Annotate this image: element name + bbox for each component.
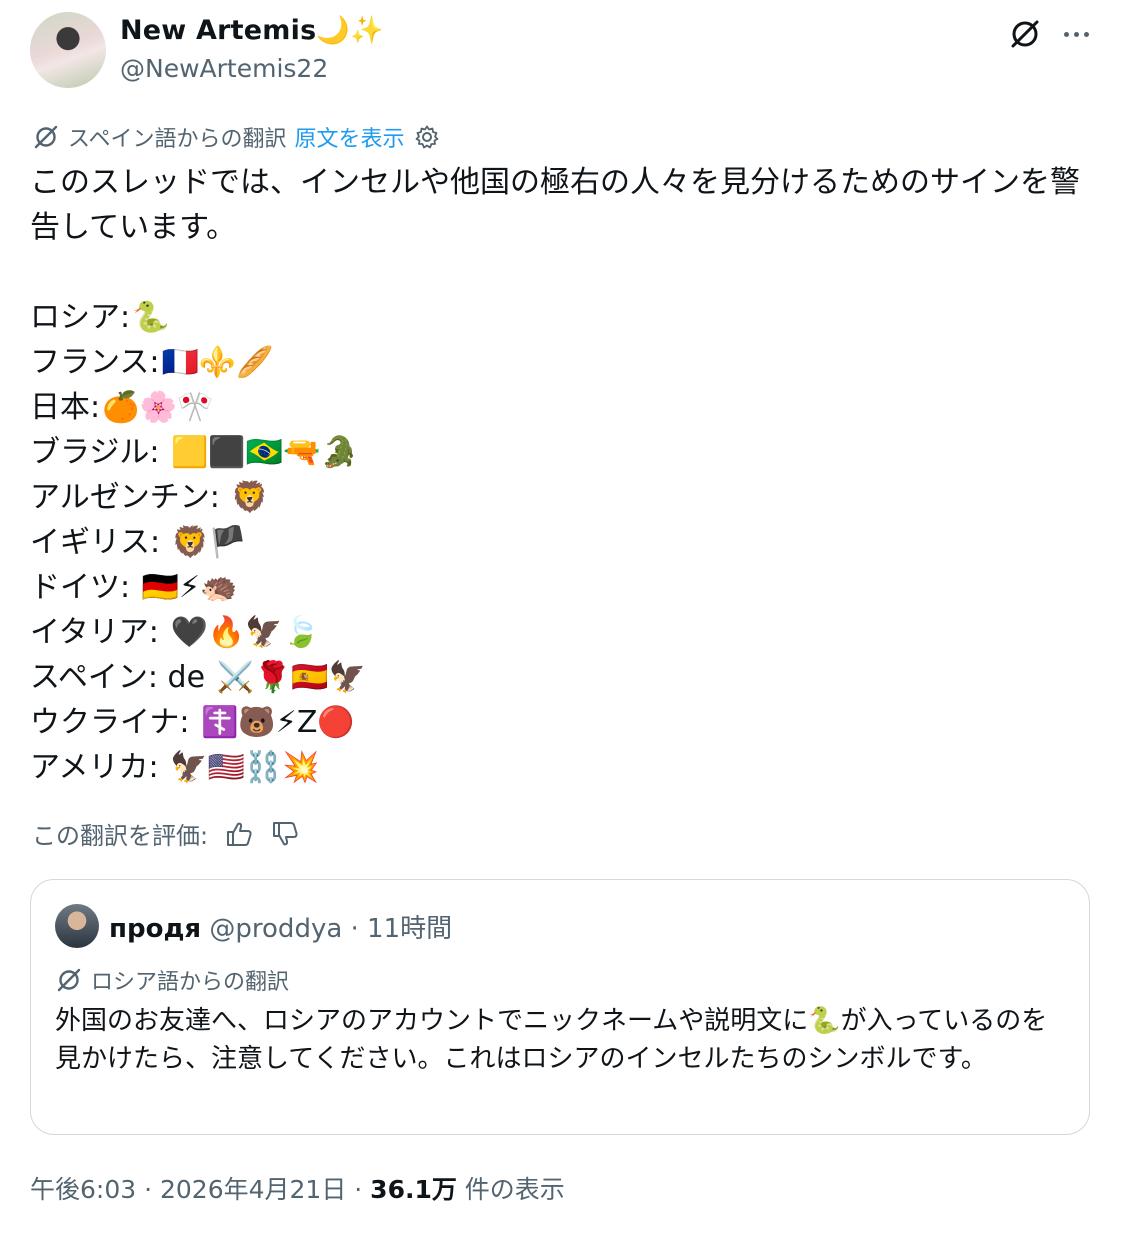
country-line: ウクライナ: ☦️🐻⚡Z🔴 [30,700,1105,745]
tweet-time[interactable]: 午後6:03 [30,1175,136,1204]
country-emoji: 🐍 [132,300,170,335]
author-name-text: New Artemis [120,15,317,46]
country-line: イギリス: 🦁🏴 [30,520,1105,565]
country-name: スペイン: de [30,660,215,695]
country-emoji: 🟨⬛🇧🇷🔫🐊 [171,435,358,470]
quote-text: 外国のお友達へ、ロシアのアカウントでニックネームや説明文に🐍が入っているのを見か… [55,1006,1048,1074]
thumbs-down-icon[interactable] [270,819,300,849]
country-name: ウクライナ: [30,705,200,740]
tweet-intro: このスレッドでは、インセルや他国の極右の人々を見分けるためのサインを警告していま… [30,165,1080,245]
author-name-emoji: 🌙✨ [316,15,384,46]
author-handle[interactable]: @NewArtemis22 [120,54,328,83]
translate-icon [34,125,58,149]
rate-label: この翻訳を評価: [32,822,209,850]
country-line: スペイン: de ⚔️🌹🇪🇸🦅 [30,655,1105,700]
country-emoji: 🦁 [231,480,269,515]
gear-icon[interactable] [414,124,440,150]
quote-author-name[interactable]: продя [109,914,201,944]
more-options-icon[interactable] [1058,16,1094,52]
country-line: アルゼンチン: 🦁 [30,475,1105,520]
tweet-text: このスレッドでは、インセルや他国の極右の人々を見分けるためのサインを警告していま… [30,160,1105,790]
author-display-name[interactable]: New Artemis🌙✨ [120,14,384,46]
view-count: 36.1万 [370,1175,457,1204]
country-name: イタリア: [30,615,169,650]
country-line: ドイツ: 🇩🇪⚡🦔 [30,565,1105,610]
translate-icon [57,968,81,992]
country-name: イギリス: [30,525,170,560]
country-name: フランス: [30,345,160,380]
quote-translation-bar: ロシア語からの翻訳 [55,964,289,996]
country-emoji: 🦅🇺🇸⛓️💥 [170,750,320,785]
country-emoji: ⚔️🌹🇪🇸🦅 [216,660,367,695]
translation-bar: スペイン語からの翻訳 原文を表示 [32,121,440,153]
translation-label: スペイン語からの翻訳 [68,127,287,152]
thumbs-up-icon[interactable] [224,819,254,849]
country-name: ブラジル: [30,435,170,470]
country-emoji: 🇫🇷⚜️🥖 [161,345,274,380]
country-line: ブラジル: 🟨⬛🇧🇷🔫🐊 [30,430,1105,475]
country-emoji: 🖤🔥🦅🍃 [170,615,320,650]
country-emoji: 🍊🌸🎌 [102,390,215,425]
country-line: ロシア: 🐍 [30,295,1105,340]
tweet-meta: 午後6:03 · 2026年4月21日 · 36.1万 件の表示 [30,1170,565,1206]
grok-icon[interactable] [1007,16,1043,52]
country-line: 日本: 🍊🌸🎌 [30,385,1105,430]
country-name: アメリカ: [30,750,169,785]
quoted-tweet[interactable]: продя @proddya · 11時間 ロシア語からの翻訳 外国のお友達へ、… [30,879,1090,1135]
country-line: フランス: 🇫🇷⚜️🥖 [30,340,1105,385]
tweet-date[interactable]: 2026年4月21日 [160,1175,346,1204]
country-name: ロシア: [30,300,131,335]
country-emoji: 🦁🏴 [171,525,247,560]
country-emoji: 🇩🇪⚡🦔 [141,570,238,605]
country-emoji: ☦️🐻⚡Z🔴 [201,705,355,740]
quote-time: · 11時間 [342,914,453,944]
view-label: 件の表示 [456,1175,565,1204]
country-name: アルゼンチン: [30,480,230,515]
country-list: ロシア: 🐍 フランス: 🇫🇷⚜️🥖 日本: 🍊🌸🎌 ブラジル: 🟨⬛🇧🇷🔫🐊 アルゼンチン:… [30,295,1105,790]
quote-author-avatar[interactable] [55,904,99,948]
meta-separator-2: · [346,1175,371,1204]
quote-author-handle[interactable]: @proddya [209,914,342,944]
author-avatar[interactable] [30,12,106,88]
country-name: ドイツ: [30,570,140,605]
country-name: 日本: [30,390,101,425]
country-line: アメリカ: 🦅🇺🇸⛓️💥 [30,745,1105,790]
rate-translation-bar: この翻訳を評価: [32,816,300,851]
show-original-link[interactable]: 原文を表示 [294,121,404,153]
country-line: イタリア: 🖤🔥🦅🍃 [30,610,1105,655]
quote-header: продя @proddya · 11時間 [109,908,452,945]
meta-separator: · [136,1175,160,1204]
quote-translation-label: ロシア語からの翻訳 [91,970,290,995]
